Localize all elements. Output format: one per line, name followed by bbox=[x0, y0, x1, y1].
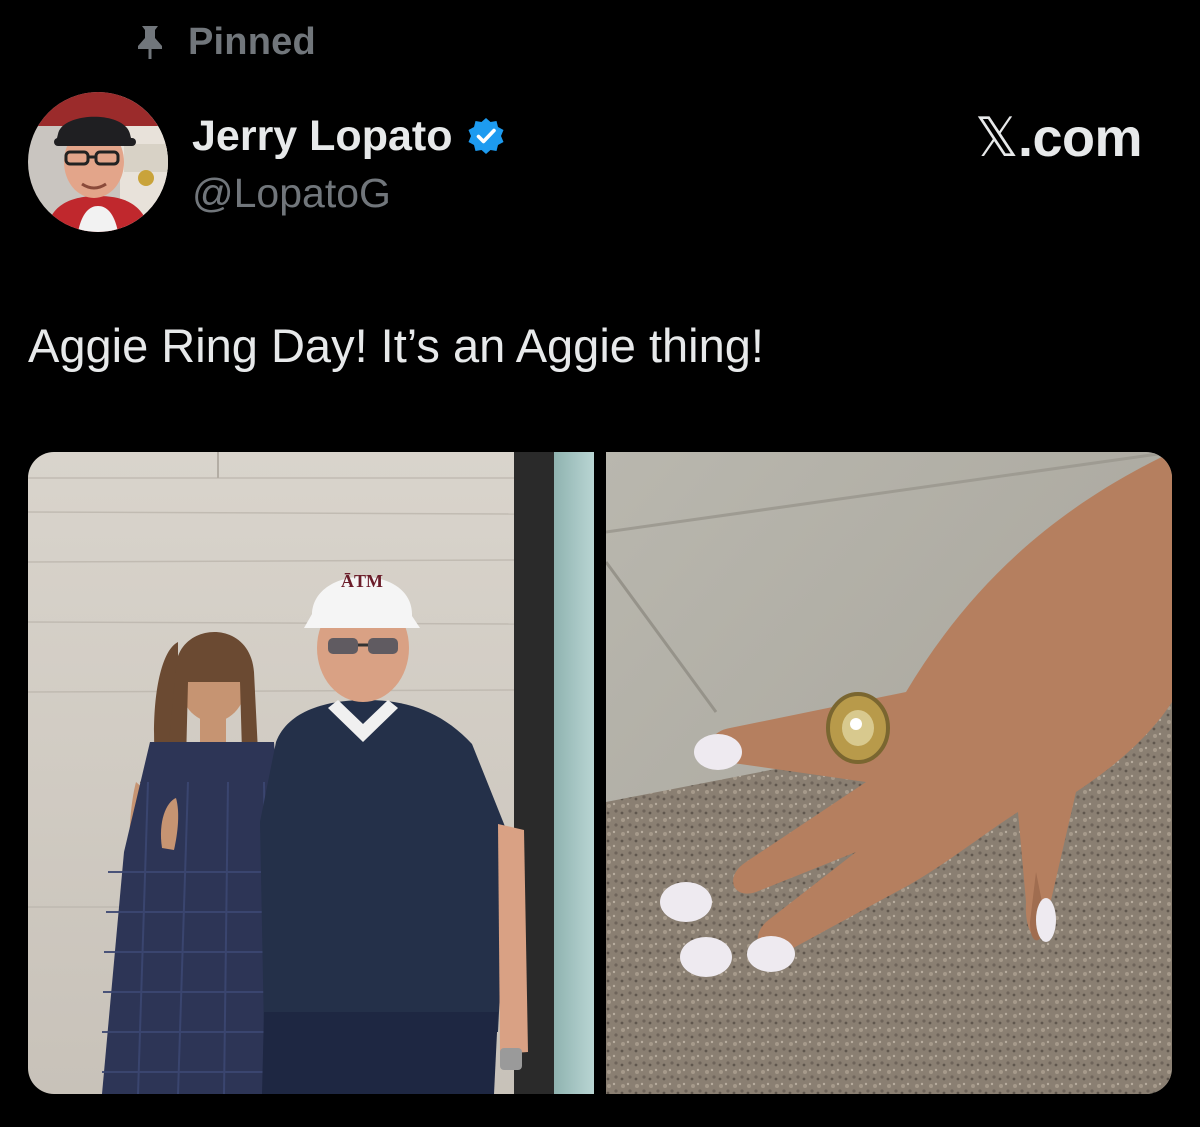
pinned-indicator: Pinned bbox=[134, 20, 316, 64]
author-handle[interactable]: @LopatoG bbox=[192, 170, 391, 217]
site-brand: 𝕏.com bbox=[974, 106, 1143, 169]
author-avatar[interactable] bbox=[28, 92, 168, 232]
photo-ring-hand[interactable] bbox=[606, 452, 1172, 1094]
author-name[interactable]: Jerry Lopato bbox=[192, 112, 452, 161]
site-brand-suffix: .com bbox=[1017, 108, 1143, 168]
x-logo-icon: 𝕏 bbox=[974, 106, 1019, 169]
post-text: Aggie Ring Day! It’s an Aggie thing! bbox=[28, 319, 764, 372]
author-name-row: Jerry Lopato bbox=[192, 110, 506, 162]
verified-badge-icon bbox=[466, 116, 506, 156]
pinned-label: Pinned bbox=[188, 20, 316, 63]
media-grid: ĀTM bbox=[28, 452, 1172, 1094]
cap-logo-text: ĀTM bbox=[341, 571, 383, 591]
photo-people[interactable]: ĀTM bbox=[28, 452, 594, 1094]
pin-icon bbox=[134, 24, 166, 60]
